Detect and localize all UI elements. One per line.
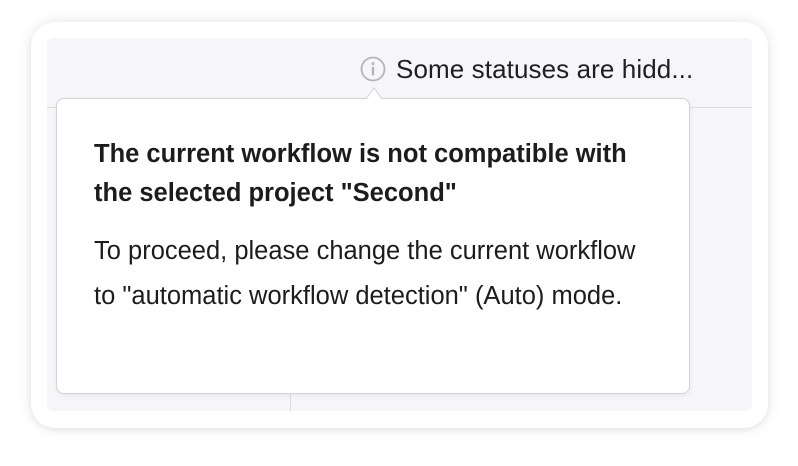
tooltip-arrow xyxy=(366,87,382,99)
tooltip-title: The current workflow is not compatible w… xyxy=(94,140,627,207)
incompatible-workflow-tooltip: The current workflow is not compatible w… xyxy=(56,98,690,394)
info-circle-icon[interactable] xyxy=(360,56,386,82)
hidden-statuses-notice[interactable]: Some statuses are hidd... xyxy=(360,53,693,85)
hidden-statuses-text: Some statuses are hidd... xyxy=(396,53,694,84)
tooltip-message: To proceed, please change the current wo… xyxy=(94,237,636,310)
